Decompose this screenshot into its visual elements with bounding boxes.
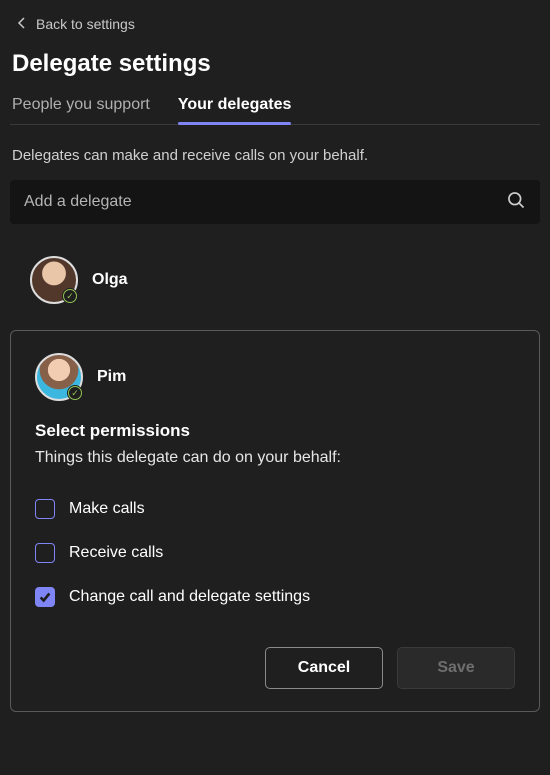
delegate-list-item[interactable]: Olga (10, 248, 540, 312)
permission-label: Receive calls (69, 544, 163, 562)
delegate-name: Olga (92, 271, 128, 289)
permission-change-settings[interactable]: Change call and delegate settings (35, 575, 515, 619)
checkbox-unchecked-icon (35, 543, 55, 563)
delegate-permissions-card: Pim Select permissions Things this deleg… (10, 330, 540, 712)
add-delegate-search[interactable] (10, 180, 540, 224)
back-to-settings-link[interactable]: Back to settings (10, 14, 540, 34)
delegate-list-item[interactable]: Pim (35, 353, 515, 421)
checkbox-unchecked-icon (35, 499, 55, 519)
presence-available-icon (67, 385, 83, 401)
tab-your-delegates[interactable]: Your delegates (178, 96, 292, 124)
permission-receive-calls[interactable]: Receive calls (35, 531, 515, 575)
permissions-description: Things this delegate can do on your beha… (35, 449, 515, 467)
button-label: Cancel (298, 659, 350, 677)
tab-label: People you support (12, 96, 150, 113)
chevron-left-icon (16, 16, 28, 32)
checkbox-checked-icon (35, 587, 55, 607)
save-button: Save (397, 647, 515, 689)
add-delegate-input[interactable] (24, 193, 506, 211)
back-label: Back to settings (36, 16, 135, 32)
tab-bar: People you support Your delegates (10, 96, 540, 125)
permission-label: Make calls (69, 500, 145, 518)
search-icon (506, 190, 526, 215)
cancel-button[interactable]: Cancel (265, 647, 383, 689)
avatar (30, 256, 78, 304)
button-label: Save (437, 659, 474, 677)
delegates-description: Delegates can make and receive calls on … (12, 147, 540, 164)
tab-label: Your delegates (178, 96, 292, 113)
tab-people-you-support[interactable]: People you support (12, 96, 150, 124)
permission-make-calls[interactable]: Make calls (35, 487, 515, 531)
delegate-name: Pim (97, 368, 126, 386)
permissions-heading: Select permissions (35, 421, 515, 441)
page-title: Delegate settings (10, 50, 540, 78)
presence-available-icon (62, 288, 78, 304)
avatar (35, 353, 83, 401)
card-actions: Cancel Save (35, 647, 515, 689)
permission-label: Change call and delegate settings (69, 588, 310, 606)
